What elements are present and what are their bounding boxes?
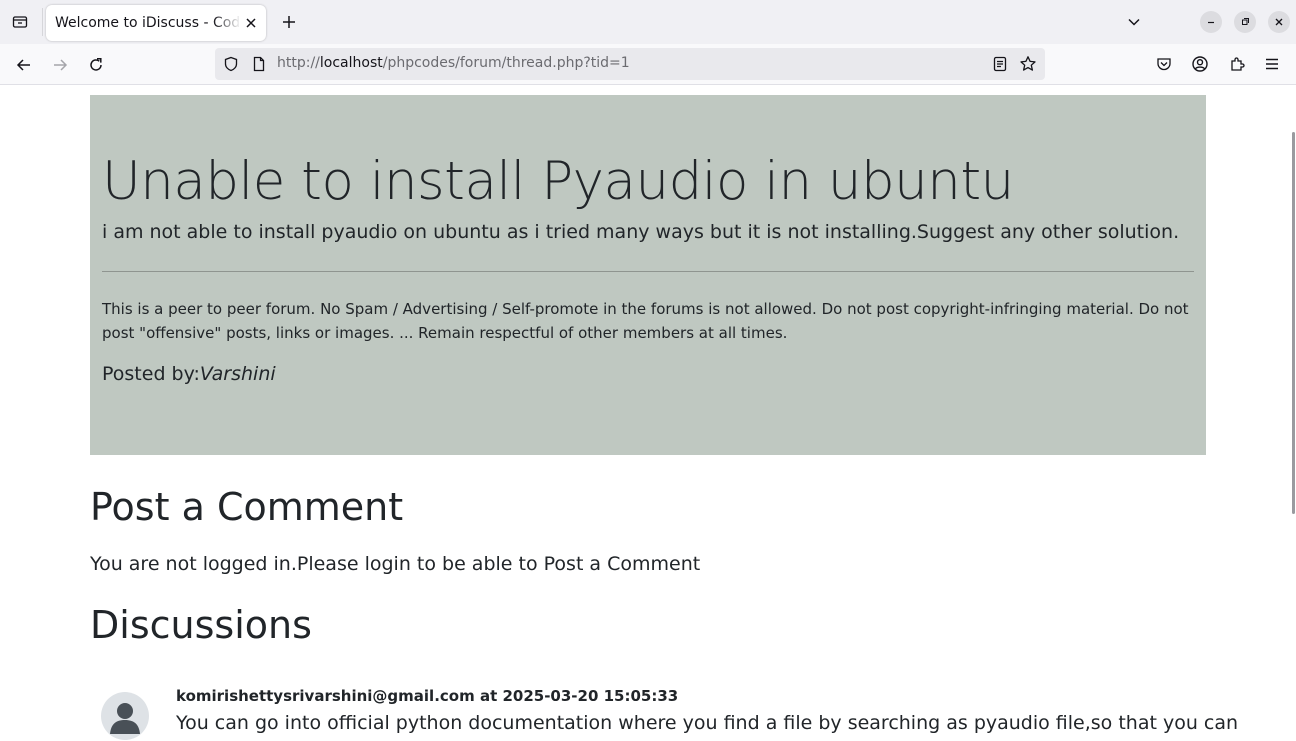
login-notice: You are not logged in.Please login to be… (90, 553, 701, 575)
url-text[interactable]: http://localhost/phpcodes/forum/thread.p… (277, 55, 630, 71)
page-viewport: Unable to install Pyaudio in ubuntu i am… (0, 85, 1288, 741)
posted-by-label: Posted by: (102, 363, 200, 385)
tab-title: Welcome to iDiscuss - Coding Forums (55, 15, 241, 31)
browser-nav-bar: http://localhost/phpcodes/forum/thread.p… (0, 44, 1296, 85)
posted-by-user: Varshini (199, 363, 276, 385)
window-minimize-icon[interactable] (1200, 11, 1222, 33)
page-info-icon[interactable] (251, 56, 267, 72)
reader-view-icon[interactable] (991, 55, 1009, 73)
url-host: localhost (319, 55, 383, 71)
window-restore-icon[interactable] (1234, 11, 1256, 33)
url-path: /phpcodes/forum/thread.php?tid=1 (382, 55, 630, 71)
extensions-puzzle-icon[interactable] (1227, 54, 1247, 74)
posted-by: Posted by:Varshini (102, 363, 276, 385)
pocket-icon[interactable] (1154, 54, 1174, 74)
user-avatar-icon (101, 692, 149, 740)
forward-arrow-icon[interactable] (48, 53, 72, 77)
url-prefix: http:// (277, 55, 320, 71)
thread-description: i am not able to install pyaudio on ubun… (102, 221, 1180, 243)
back-arrow-icon[interactable] (12, 53, 36, 77)
thread-jumbotron: Unable to install Pyaudio in ubuntu i am… (90, 95, 1206, 455)
new-tab-plus-icon[interactable] (278, 11, 300, 33)
scrollbar-thumb[interactable] (1292, 132, 1295, 514)
reload-icon[interactable] (84, 53, 108, 77)
bookmark-star-icon[interactable] (1019, 55, 1037, 73)
forum-rules: This is a peer to peer forum. No Spam / … (102, 300, 1189, 342)
window-close-icon[interactable] (1268, 11, 1290, 33)
tab-separator (42, 8, 43, 36)
comment-body: You can go into official python document… (176, 712, 1239, 734)
post-comment-heading: Post a Comment (90, 485, 404, 529)
firefox-view-icon[interactable] (8, 10, 32, 34)
hamburger-menu-icon[interactable] (1262, 54, 1282, 74)
address-bar[interactable]: http://localhost/phpcodes/forum/thread.p… (215, 48, 1045, 80)
comment-meta: komirishettysrivarshini@gmail.com at 202… (176, 687, 679, 705)
browser-tab-bar: Welcome to iDiscuss - Coding Forums (0, 0, 1296, 44)
thread-title: Unable to install Pyaudio in ubuntu (102, 151, 1014, 212)
account-icon[interactable] (1190, 54, 1210, 74)
discussions-heading: Discussions (90, 603, 312, 647)
divider (102, 271, 1194, 272)
close-tab-icon[interactable] (242, 14, 260, 32)
list-all-tabs-chevron-icon[interactable] (1124, 12, 1144, 32)
browser-tab-active[interactable]: Welcome to iDiscuss - Coding Forums (46, 5, 266, 41)
tracking-protection-shield-icon[interactable] (223, 56, 239, 72)
